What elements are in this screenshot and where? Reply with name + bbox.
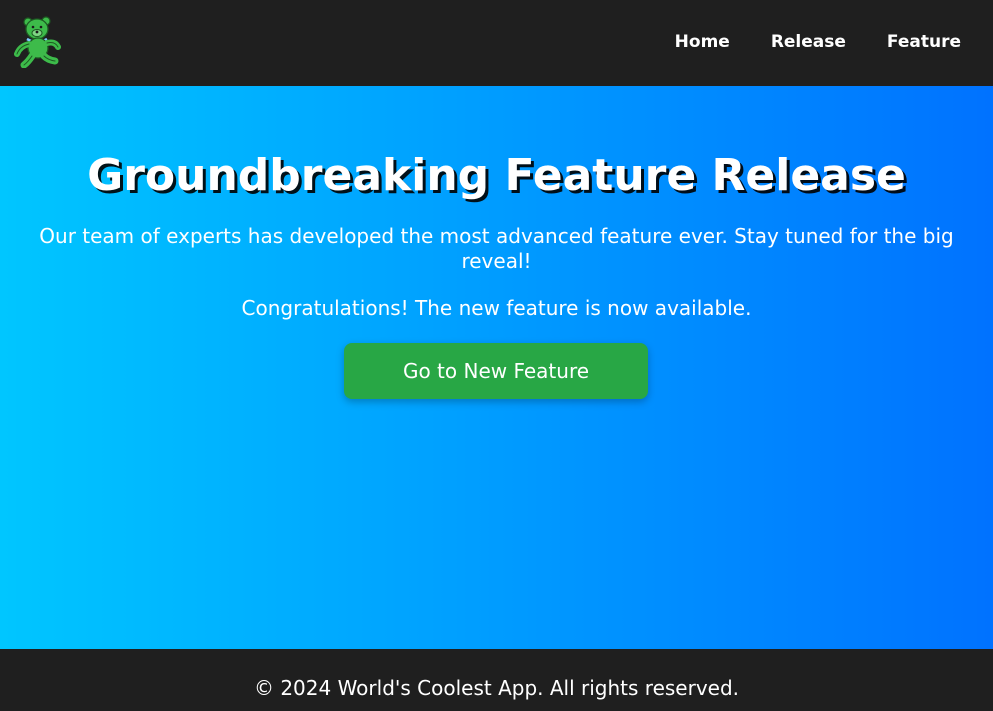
dancing-bear-logo-icon[interactable]	[14, 14, 62, 69]
hero-status-message: Congratulations! The new feature is now …	[241, 296, 752, 320]
go-to-new-feature-button[interactable]: Go to New Feature	[344, 343, 648, 399]
hero-title: Groundbreaking Feature Release	[87, 150, 906, 201]
hero-section: Groundbreaking Feature Release Our team …	[0, 86, 993, 649]
navbar: Home Release Feature	[0, 0, 993, 86]
nav-link-feature[interactable]: Feature	[887, 31, 961, 53]
hero-description: Our team of experts has developed the mo…	[39, 224, 954, 273]
nav-link-home[interactable]: Home	[675, 31, 730, 53]
footer: © 2024 World's Coolest App. All rights r…	[0, 649, 993, 711]
nav-link-release[interactable]: Release	[771, 31, 846, 53]
footer-copyright: © 2024 World's Coolest App. All rights r…	[253, 676, 740, 700]
nav-links: Home Release Feature	[675, 31, 961, 53]
